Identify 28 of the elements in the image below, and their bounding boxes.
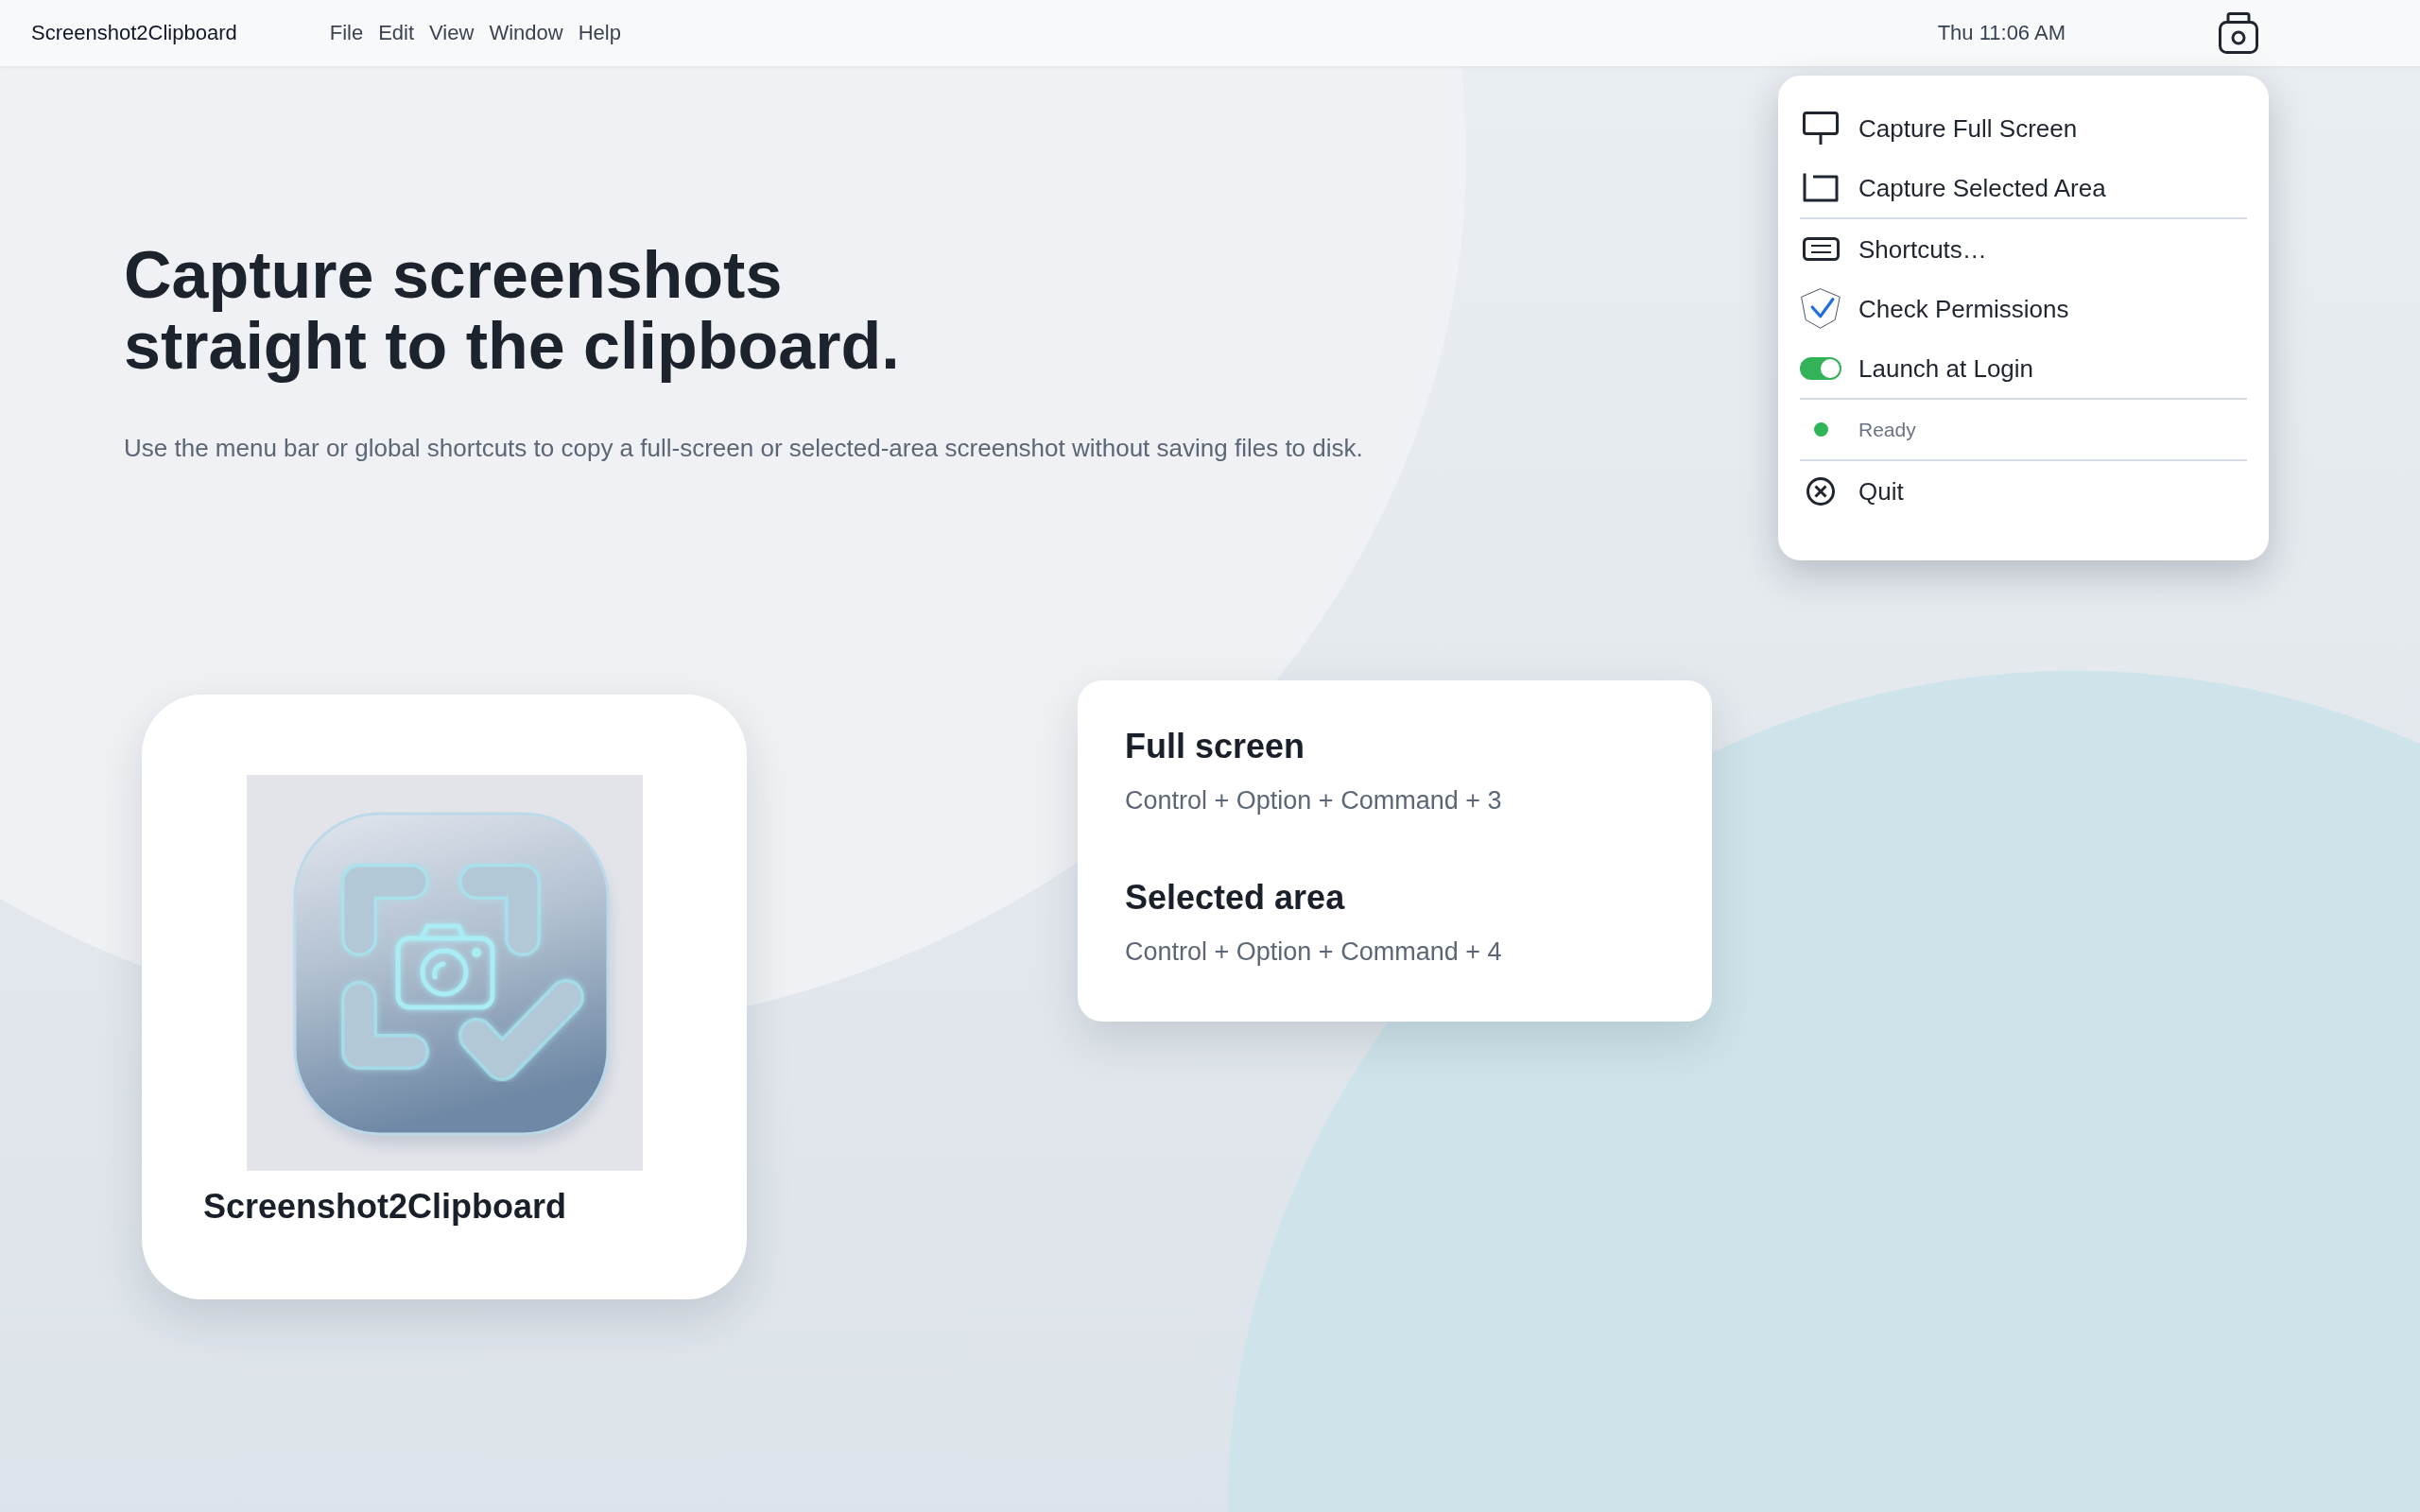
close-circle-icon xyxy=(1806,476,1835,506)
menu-item[interactable]: Capture Selected Area xyxy=(1800,158,2247,217)
status-text: Ready xyxy=(1858,417,1916,442)
keyboard-icon xyxy=(1802,237,1840,261)
menu-bar-item[interactable]: Window xyxy=(489,20,563,46)
app-menu[interactable]: Screenshot2Clipboard xyxy=(31,20,237,46)
menu-bar-item[interactable]: File xyxy=(329,20,364,46)
menu-bar-item[interactable]: Edit xyxy=(378,20,415,46)
menu-bar-item[interactable]: Help xyxy=(578,20,621,46)
shortcut-keys: Control + Option + Command + 4 xyxy=(1125,935,1502,969)
shortcut-keys: Control + Option + Command + 3 xyxy=(1125,783,1502,817)
menu-item[interactable]: Capture Full Screen xyxy=(1800,98,2247,158)
selection-frame-icon xyxy=(1803,173,1839,202)
toggle-switch[interactable] xyxy=(1800,356,1841,380)
camera-icon[interactable] xyxy=(2219,12,2258,54)
app-name-label: Screenshot2Clipboard xyxy=(203,1186,567,1228)
hero-title: Capture screenshots straight to the clipboard. xyxy=(124,240,901,382)
menu-item[interactable]: Quit xyxy=(1800,461,2247,521)
shortcut-title: Selected area xyxy=(1125,877,1345,919)
menu-item[interactable]: Launch at Login xyxy=(1800,338,2247,398)
shortcut-title: Full screen xyxy=(1125,726,1305,767)
monitor-icon xyxy=(1803,111,1839,146)
clock-text: Thu 11:06 AM xyxy=(1937,20,2066,46)
menu-item[interactable]: Check Permissions xyxy=(1800,279,2247,338)
menu-item[interactable]: Shortcuts… xyxy=(1800,219,2247,279)
hero-subtitle: Use the menu bar or global shortcuts to copy a full-screen or selected-area screenshot without saving files to disk. xyxy=(124,433,1363,464)
shield-check-icon xyxy=(1801,288,1841,329)
menu-bar-item[interactable]: View xyxy=(429,20,475,46)
